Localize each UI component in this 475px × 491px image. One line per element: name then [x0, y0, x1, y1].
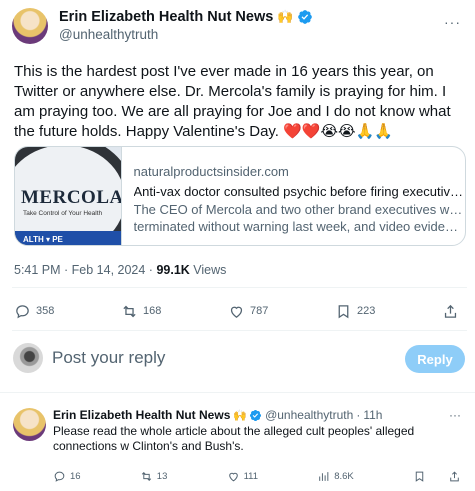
reply-header: Erin Elizabeth Health Nut News 🙌 @unheal…	[53, 408, 382, 422]
reply-more-options-icon[interactable]: ···	[449, 408, 461, 422]
link-card-body: naturalproductsinsider.com Anti-vax doct…	[122, 147, 465, 245]
analytics-icon	[319, 472, 329, 481]
tweet-page: Erin Elizabeth Health Nut News 🙌 @unheal…	[0, 0, 475, 491]
repost-icon	[123, 305, 136, 317]
post-timestamp[interactable]: 5:41 PM · Feb 14, 2024 ·	[14, 263, 156, 277]
repost-count: 168	[143, 305, 162, 317]
reply-input[interactable]: Post your reply	[52, 348, 165, 368]
repost-action[interactable]: 168	[121, 303, 161, 320]
reply-bookmark-action[interactable]	[413, 470, 430, 483]
more-options-icon[interactable]: ···	[444, 14, 461, 30]
link-card-description-line1: The CEO of Mercola and two other brand e…	[133, 202, 464, 217]
author-handle[interactable]: @unhealthytruth	[59, 26, 313, 44]
current-user-avatar[interactable]	[13, 343, 43, 373]
post-meta: 5:41 PM · Feb 14, 2024 · 99.1K Views	[14, 263, 226, 277]
reply-like-action[interactable]: 111	[227, 470, 258, 483]
heart-icon	[228, 472, 238, 482]
reply-text: Please read the whole article about the …	[53, 424, 415, 453]
reply-author-avatar[interactable]	[13, 408, 46, 441]
repost-icon	[141, 472, 151, 481]
thumbnail-brand-text: MERCOLA	[21, 187, 122, 208]
reply-repost-action[interactable]: 13	[140, 470, 168, 483]
reply-author-name[interactable]: Erin Elizabeth Health Nut News	[53, 408, 230, 422]
link-card-thumbnail: MERCOLA Take Control of Your Health ALTH…	[15, 147, 122, 245]
reply-action[interactable]: 358	[14, 303, 54, 320]
share-icon	[444, 304, 457, 318]
reply-separator: ·	[356, 408, 361, 422]
reply-author-handle[interactable]: @unhealthytruth	[265, 408, 353, 422]
reply-tweet[interactable]: Erin Elizabeth Health Nut News 🙌 @unheal…	[0, 402, 475, 491]
link-card-title: Anti-vax doctor consulted psychic before…	[133, 184, 464, 199]
divider	[12, 330, 467, 331]
reply-repost-count: 13	[156, 471, 168, 482]
reply-icon	[54, 471, 65, 482]
bookmark-action[interactable]: 223	[335, 303, 375, 320]
reply-button[interactable]: Reply	[405, 345, 465, 373]
author-name[interactable]: Erin Elizabeth Health Nut News	[59, 8, 273, 26]
share-action[interactable]	[442, 303, 464, 320]
views-count: 99.1K	[156, 263, 190, 277]
reply-action-bar: 16 13 111 8.6K	[53, 470, 465, 483]
verified-badge-icon[interactable]	[297, 9, 313, 25]
post-text: This is the hardest post I've ever made …	[14, 63, 451, 140]
reply-icon	[16, 304, 29, 318]
reply-share-action[interactable]	[448, 470, 465, 483]
reply-time[interactable]: 11h	[363, 408, 382, 422]
author-name-block: Erin Elizabeth Health Nut News 🙌 @unheal…	[59, 8, 313, 44]
reply-views-count: 8.6K	[334, 471, 354, 482]
author-name-line: Erin Elizabeth Health Nut News 🙌	[59, 8, 313, 26]
verified-badge-icon[interactable]	[249, 409, 262, 422]
link-preview-card[interactable]: MERCOLA Take Control of Your Health ALTH…	[14, 146, 466, 246]
link-card-domain: naturalproductsinsider.com	[133, 164, 289, 179]
reply-count: 358	[36, 305, 55, 317]
reply-views-action[interactable]: 8.6K	[317, 470, 354, 483]
thumbnail-nav-strip: ALTH ▾ PE	[15, 231, 121, 245]
heart-icon	[230, 306, 243, 318]
post-header: Erin Elizabeth Health Nut News 🙌 @unheal…	[12, 8, 313, 44]
views-label: Views	[189, 263, 227, 277]
reply-like-count: 111	[243, 471, 259, 482]
like-count: 787	[250, 305, 269, 317]
raised-hands-emoji: 🙌	[277, 9, 294, 24]
link-card-description: The CEO of Mercola and two other brand e…	[134, 201, 464, 235]
share-icon	[450, 471, 459, 482]
bookmark-icon	[338, 304, 349, 318]
bookmark-count: 223	[357, 305, 376, 317]
divider	[12, 287, 467, 288]
raised-hands-emoji: 🙌	[233, 409, 248, 422]
thumbnail-tagline: Take Control of Your Health	[23, 210, 103, 217]
divider	[0, 392, 475, 393]
link-card-description-line2: terminated without warning last week, an…	[133, 219, 464, 234]
reply-reply-count: 16	[70, 471, 81, 482]
bookmark-icon	[415, 471, 424, 482]
reply-reply-action[interactable]: 16	[53, 470, 81, 483]
author-avatar[interactable]	[12, 8, 48, 44]
reply-right-actions	[413, 470, 465, 483]
post-action-bar: 358 168 787 223	[14, 300, 464, 322]
like-action[interactable]: 787	[228, 303, 268, 320]
